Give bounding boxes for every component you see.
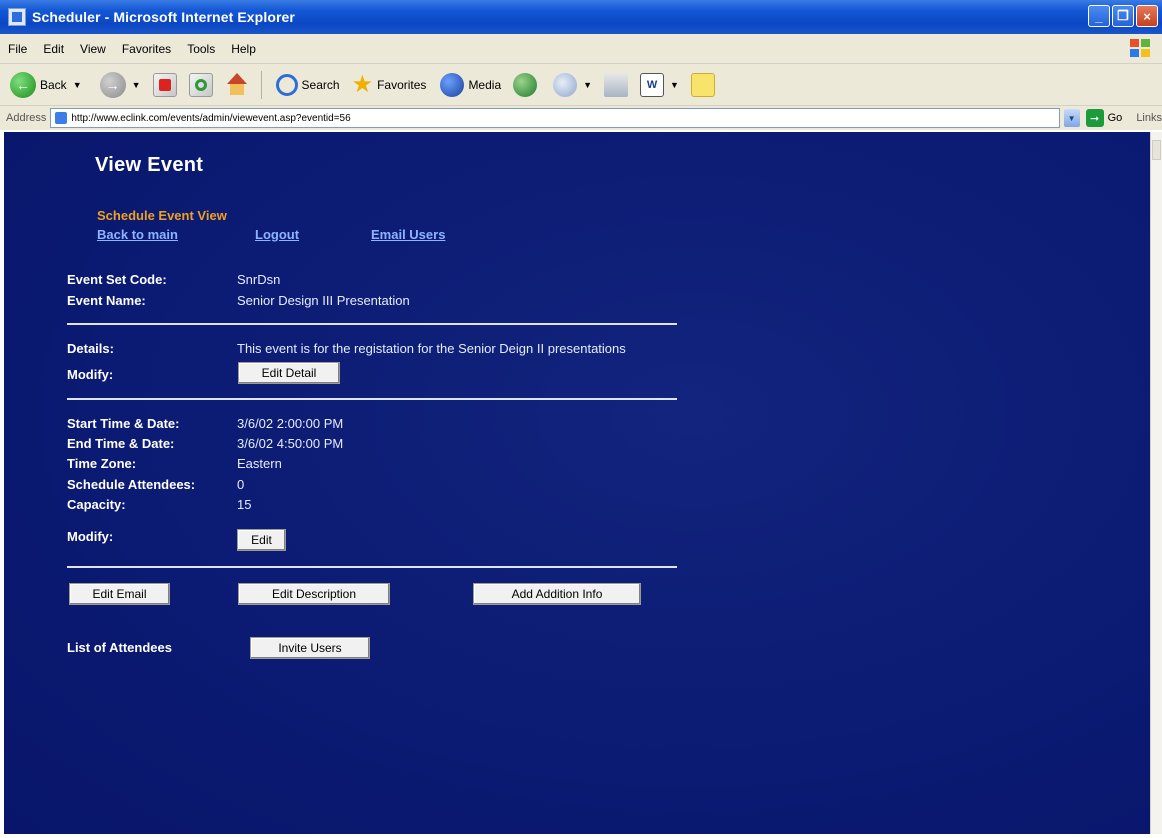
go-button[interactable]: ➞ Go bbox=[1085, 109, 1123, 127]
end-time-value: 3/6/02 4:50:00 PM bbox=[237, 436, 344, 451]
refresh-icon[interactable] bbox=[188, 72, 213, 97]
end-time-label: End Time & Date: bbox=[67, 436, 175, 451]
address-dropdown-icon[interactable]: ▼ bbox=[1063, 109, 1080, 127]
start-time-label: Start Time & Date: bbox=[67, 416, 180, 431]
add-addition-info-button[interactable]: Add Addition Info bbox=[473, 583, 641, 605]
event-name-value: Senior Design III Presentation bbox=[237, 293, 410, 308]
window-controls: _ ❐ × bbox=[1088, 5, 1158, 27]
back-to-main-link[interactable]: Back to main bbox=[97, 227, 178, 242]
details-value: This event is for the registation for th… bbox=[237, 341, 626, 356]
start-time-value: 3/6/02 2:00:00 PM bbox=[237, 416, 344, 431]
modify-time-label: Modify: bbox=[67, 529, 114, 544]
print-icon[interactable] bbox=[604, 72, 629, 97]
media-button[interactable]: Media bbox=[468, 78, 501, 92]
title-bar: Scheduler - Microsoft Internet Explorer … bbox=[0, 0, 1162, 34]
close-button[interactable]: × bbox=[1136, 5, 1158, 27]
toolbar-separator bbox=[260, 70, 262, 99]
toolbar: ← Back ▼ → ▼ Search ★ Favorites Media ▼ … bbox=[0, 64, 1162, 106]
home-icon[interactable] bbox=[225, 72, 249, 97]
address-bar: Address http://www.eclink.com/events/adm… bbox=[0, 106, 1162, 130]
back-arrow-icon: ← bbox=[10, 71, 36, 98]
search-button[interactable]: Search bbox=[302, 78, 340, 92]
maximize-button[interactable]: ❐ bbox=[1112, 5, 1134, 27]
word-edit-icon[interactable]: W bbox=[640, 72, 665, 97]
scrollbar-thumb[interactable] bbox=[1152, 140, 1161, 160]
back-button[interactable]: ← Back ▼ bbox=[10, 71, 82, 98]
capacity-value: 15 bbox=[237, 497, 252, 512]
schedule-attendees-label: Schedule Attendees: bbox=[67, 477, 196, 492]
menu-view[interactable]: View bbox=[80, 42, 106, 56]
minimize-button[interactable]: _ bbox=[1088, 5, 1110, 27]
edit-button[interactable]: Edit bbox=[237, 529, 286, 551]
menu-edit[interactable]: Edit bbox=[43, 42, 64, 56]
section-divider bbox=[67, 323, 677, 325]
page-icon bbox=[55, 112, 68, 124]
menu-favorites[interactable]: Favorites bbox=[122, 42, 171, 56]
page-title: View Event bbox=[95, 154, 204, 176]
menu-help[interactable]: Help bbox=[231, 42, 256, 56]
forward-dropdown-icon[interactable]: ▼ bbox=[132, 80, 141, 90]
windows-logo-icon bbox=[1130, 39, 1152, 59]
media-icon bbox=[440, 72, 465, 97]
menu-bar: File Edit View Favorites Tools Help bbox=[0, 34, 1162, 64]
section-divider bbox=[67, 566, 677, 568]
time-zone-value: Eastern bbox=[237, 456, 282, 471]
mail-dropdown-icon[interactable]: ▼ bbox=[583, 80, 592, 90]
address-url: http://www.eclink.com/events/admin/viewe… bbox=[71, 112, 351, 124]
edit-detail-button[interactable]: Edit Detail bbox=[238, 362, 340, 384]
vertical-scrollbar[interactable] bbox=[1150, 132, 1162, 834]
favorites-star-icon: ★ bbox=[351, 70, 374, 98]
go-arrow-icon: ➞ bbox=[1085, 109, 1104, 127]
favorites-button[interactable]: Favorites bbox=[377, 78, 426, 92]
schedule-attendees-value: 0 bbox=[237, 477, 245, 492]
address-label: Address bbox=[6, 112, 47, 124]
stop-icon[interactable] bbox=[152, 72, 177, 97]
page-subtitle: Schedule Event View bbox=[97, 208, 227, 223]
ie-app-icon bbox=[8, 8, 26, 26]
menu-tools[interactable]: Tools bbox=[187, 42, 215, 56]
window-title: Scheduler - Microsoft Internet Explorer bbox=[32, 9, 295, 25]
capacity-label: Capacity: bbox=[67, 497, 126, 512]
edit-description-button[interactable]: Edit Description bbox=[238, 583, 390, 605]
history-icon[interactable] bbox=[513, 72, 538, 97]
event-set-code-label: Event Set Code: bbox=[67, 272, 167, 287]
back-label: Back bbox=[40, 77, 67, 92]
section-divider bbox=[67, 398, 677, 400]
details-label: Details: bbox=[67, 341, 114, 356]
edit-dropdown-icon[interactable]: ▼ bbox=[670, 80, 679, 90]
discuss-icon[interactable] bbox=[690, 72, 715, 97]
modify-detail-label: Modify: bbox=[67, 367, 114, 382]
event-set-code-value: SnrDsn bbox=[237, 272, 281, 287]
mail-icon[interactable] bbox=[553, 72, 578, 97]
time-zone-label: Time Zone: bbox=[67, 456, 137, 471]
forward-button[interactable]: → bbox=[99, 71, 126, 98]
back-dropdown-icon[interactable]: ▼ bbox=[73, 80, 82, 90]
edit-email-button[interactable]: Edit Email bbox=[69, 583, 170, 605]
invite-users-button[interactable]: Invite Users bbox=[250, 637, 370, 659]
search-icon bbox=[275, 73, 298, 96]
logout-link[interactable]: Logout bbox=[255, 227, 299, 242]
address-input[interactable]: http://www.eclink.com/events/admin/viewe… bbox=[50, 108, 1060, 128]
list-of-attendees-label: List of Attendees bbox=[67, 640, 172, 655]
menu-file[interactable]: File bbox=[8, 42, 27, 56]
go-label: Go bbox=[1107, 112, 1123, 124]
event-name-label: Event Name: bbox=[67, 293, 146, 308]
email-users-link[interactable]: Email Users bbox=[371, 227, 445, 242]
links-toolbar[interactable]: Links bbox=[1136, 112, 1162, 124]
